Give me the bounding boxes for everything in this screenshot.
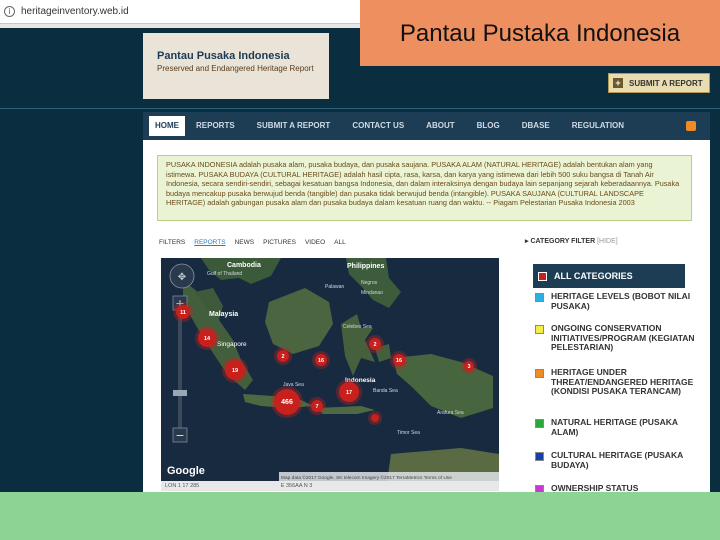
category-all[interactable]: ALL CATEGORIES (533, 264, 685, 288)
nav-dbase[interactable]: DBASE (511, 112, 561, 140)
nav-regulation[interactable]: REGULATION (561, 112, 635, 140)
category-ownership[interactable]: OWNERSHIP STATUS (535, 483, 697, 492)
zoom-slider-handle[interactable] (173, 390, 187, 396)
map-status-bar: LON 1 17 285 E 356AA N 3 (161, 481, 499, 491)
category-label: ONGOING CONSERVATION INITIATIVES/PROGRAM… (551, 323, 695, 352)
category-cultural[interactable]: CULTURAL HERITAGE (PUSAKA BUDAYA) (535, 450, 697, 470)
category-heritage-levels[interactable]: HERITAGE LEVELS (BOBOT NILAI PUSAKA) (535, 291, 697, 311)
browser-url-bar[interactable]: i heritageinventory.web.id (0, 0, 360, 24)
nav-contact-us[interactable]: CONTACT US (341, 112, 415, 140)
map-label-timor-sea: Timor Sea (397, 430, 420, 436)
bottom-band (0, 492, 720, 540)
main-nav: HOME REPORTS SUBMIT A REPORT CONTACT US … (143, 112, 710, 140)
report-cluster-marker[interactable] (371, 414, 379, 422)
category-label: HERITAGE LEVELS (BOBOT NILAI PUSAKA) (551, 291, 691, 311)
category-filter-title: CATEGORY FILTER (530, 238, 596, 245)
header-divider (0, 108, 720, 109)
filter-reports[interactable]: REPORTS (194, 239, 225, 246)
cluster-count[interactable]: 17 (346, 390, 352, 396)
category-under-threat[interactable]: HERITAGE UNDER THREAT/ENDANGERED HERITAG… (535, 367, 697, 397)
category-conservation[interactable]: ONGOING CONSERVATION INITIATIVES/PROGRAM… (535, 323, 697, 353)
pan-arrows-icon[interactable]: ✥ (178, 272, 186, 283)
cluster-count[interactable]: 2 (281, 354, 284, 360)
map-label-arafura-sea: Arafura Sea (437, 410, 464, 416)
cluster-count[interactable]: 7 (315, 404, 318, 410)
cluster-count[interactable]: 14 (204, 336, 211, 342)
map-scale: E 356AA N 3 (280, 483, 313, 489)
filter-pictures[interactable]: PICTURES (263, 239, 296, 246)
category-swatch (535, 452, 544, 461)
cluster-count[interactable]: 3 (467, 364, 470, 370)
map-label-palawan: Palawan (325, 284, 344, 290)
nav-blog[interactable]: BLOG (466, 112, 511, 140)
category-label: HERITAGE UNDER THREAT/ENDANGERED HERITAG… (551, 367, 694, 396)
map-label-cambodia: Cambodia (227, 262, 261, 269)
map-label-gulf-thailand: Gulf of Thailand (207, 271, 242, 277)
nav-submit-report[interactable]: SUBMIT A REPORT (246, 112, 342, 140)
map-label-negros: Negros (361, 280, 378, 286)
logo-title: Pantau Pusaka Indonesia (157, 50, 290, 62)
map-label-celebes-sea: Celebes Sea (343, 324, 372, 330)
slide-title: Pantau Pustaka Indonesia (360, 0, 720, 66)
zoom-out-icon[interactable]: − (175, 429, 184, 442)
filter-news[interactable]: NEWS (235, 239, 255, 246)
category-swatch (535, 485, 544, 492)
main-page: HOME REPORTS SUBMIT A REPORT CONTACT US … (143, 112, 710, 492)
logo-subtitle: Preserved and Endangered Heritage Report (157, 64, 314, 73)
nav-reports[interactable]: REPORTS (185, 112, 246, 140)
filter-all[interactable]: ALL (334, 239, 346, 246)
category-label: NATURAL HERITAGE (PUSAKA ALAM) (551, 417, 678, 437)
filters-label: FILTERS (159, 239, 186, 246)
cluster-count[interactable]: 466 (281, 399, 293, 406)
rss-icon[interactable] (686, 121, 696, 131)
map-coords: LON 1 17 285 (165, 483, 200, 489)
zoom-slider-track[interactable] (178, 318, 182, 428)
filters-bar: FILTERS REPORTS NEWS PICTURES VIDEO ALL (159, 239, 355, 246)
category-swatch (538, 271, 547, 281)
cluster-count[interactable]: 19 (232, 368, 238, 374)
category-natural[interactable]: NATURAL HERITAGE (PUSAKA ALAM) (535, 417, 697, 437)
site-logo[interactable]: Pantau Pusaka Indonesia Preserved and En… (143, 33, 329, 99)
nav-about[interactable]: ABOUT (415, 112, 465, 140)
cluster-count[interactable]: 16 (396, 358, 402, 364)
google-logo: Google (167, 465, 205, 477)
nav-home[interactable]: HOME (149, 116, 185, 136)
map-attribution[interactable]: Map data ©2017 Google, SK telecom Imager… (281, 474, 452, 481)
cluster-count[interactable]: 16 (318, 358, 324, 364)
category-filter-heading: ▸ CATEGORY FILTER [HIDE] (525, 237, 618, 245)
submit-report-button[interactable]: + SUBMIT A REPORT (608, 73, 710, 93)
url-text[interactable]: heritageinventory.web.id (21, 6, 129, 17)
info-icon[interactable]: i (4, 6, 15, 17)
map-label-philippines: Philippines (347, 263, 384, 270)
category-swatch (535, 369, 544, 378)
cluster-count[interactable]: 2 (373, 342, 376, 348)
map-label-banda-sea: Banda Sea (373, 388, 398, 394)
cluster-count[interactable]: 11 (180, 310, 186, 316)
map-label-singapore: Singapore (217, 341, 247, 348)
heritage-map[interactable]: Cambodia Philippines Gulf of Thailand Pa… (161, 258, 499, 482)
category-label: CULTURAL HERITAGE (PUSAKA BUDAYA) (551, 450, 683, 470)
category-all-label: ALL CATEGORIES (554, 271, 633, 281)
category-filter-hide[interactable]: [HIDE] (597, 238, 618, 245)
map-label-mindanao: Mindanao (361, 290, 383, 296)
filter-video[interactable]: VIDEO (305, 239, 325, 246)
browser-toolbar-strip (0, 24, 360, 28)
category-swatch (535, 325, 544, 334)
map-label-malaysia: Malaysia (209, 311, 238, 318)
map-canvas[interactable]: Cambodia Philippines Gulf of Thailand Pa… (161, 258, 499, 482)
plus-icon: + (613, 78, 623, 88)
category-swatch (535, 419, 544, 428)
category-swatch (535, 293, 544, 302)
category-label: OWNERSHIP STATUS (551, 483, 639, 492)
submit-report-label: SUBMIT A REPORT (629, 78, 703, 88)
intro-text: PUSAKA INDONESIA adalah pusaka alam, pus… (157, 155, 692, 221)
